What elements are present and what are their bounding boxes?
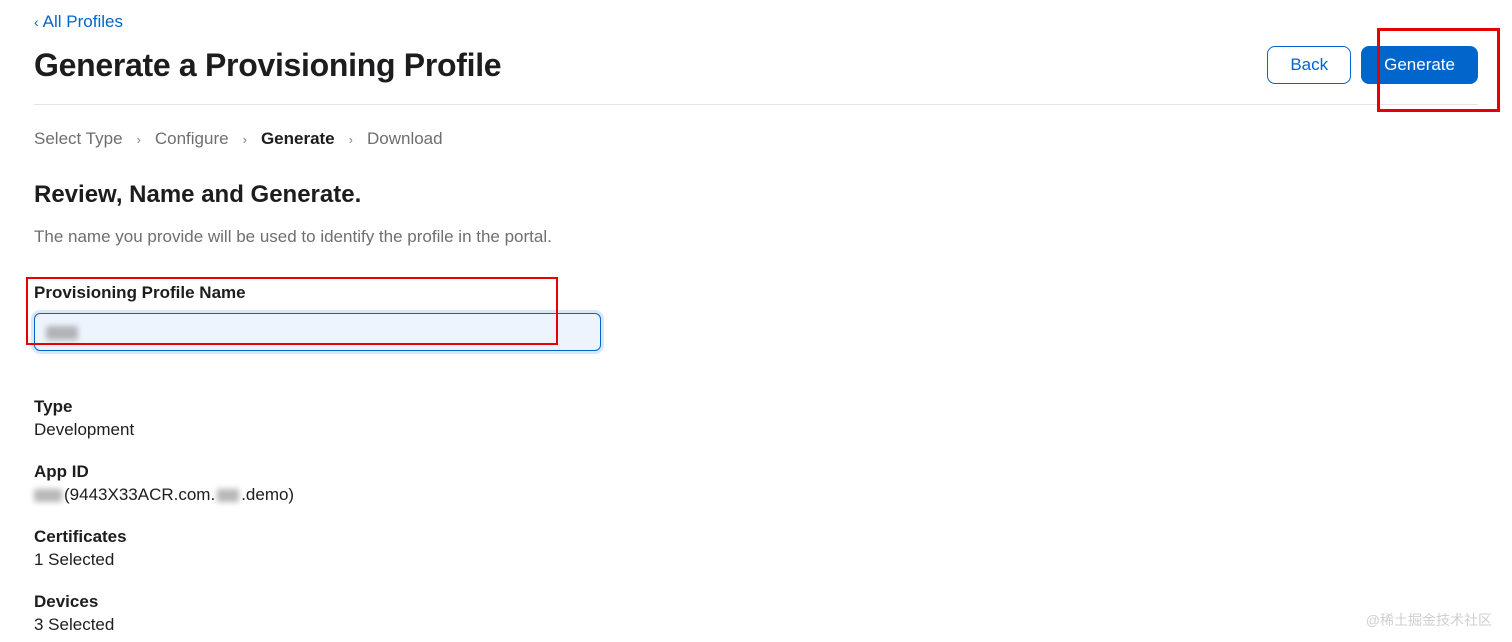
section-title: Review, Name and Generate. [34, 181, 1478, 209]
profile-name-field: Provisioning Profile Name [34, 283, 1478, 351]
chevron-right-icon: › [243, 132, 247, 147]
certificates-value: 1 Selected [34, 550, 1478, 570]
profile-name-label: Provisioning Profile Name [34, 283, 1478, 303]
breadcrumb-step-configure[interactable]: Configure [155, 129, 229, 149]
devices-label: Devices [34, 592, 1478, 612]
page-title: Generate a Provisioning Profile [34, 47, 501, 84]
appid-suffix: .demo) [241, 485, 294, 505]
chevron-right-icon: › [137, 132, 141, 147]
breadcrumb-step-download: Download [367, 129, 443, 149]
appid-value: (9443X33ACR.com. .demo) [34, 485, 1478, 505]
type-value: Development [34, 420, 1478, 440]
breadcrumb-step-select-type[interactable]: Select Type [34, 129, 123, 149]
type-label: Type [34, 397, 1478, 417]
appid-mid: (9443X33ACR.com. [64, 485, 215, 505]
redacted-text [217, 489, 239, 502]
devices-info: Devices 3 Selected [34, 592, 1478, 635]
action-buttons: Back Generate [1267, 46, 1478, 84]
redacted-text [34, 489, 62, 502]
watermark-text: @稀土掘金技术社区 [1366, 610, 1492, 630]
page-header: Generate a Provisioning Profile Back Gen… [34, 46, 1478, 105]
appid-info: App ID (9443X33ACR.com. .demo) [34, 462, 1478, 505]
profile-name-input[interactable] [34, 313, 601, 351]
type-info: Type Development [34, 397, 1478, 440]
breadcrumb: Select Type › Configure › Generate › Dow… [34, 129, 1478, 149]
certificates-label: Certificates [34, 527, 1478, 547]
generate-button[interactable]: Generate [1361, 46, 1478, 84]
all-profiles-link[interactable]: ‹ All Profiles [34, 12, 123, 32]
certificates-info: Certificates 1 Selected [34, 527, 1478, 570]
breadcrumb-step-generate: Generate [261, 129, 335, 149]
back-link-text: All Profiles [43, 12, 123, 32]
chevron-right-icon: › [349, 132, 353, 147]
appid-label: App ID [34, 462, 1478, 482]
chevron-left-icon: ‹ [34, 14, 39, 30]
devices-value: 3 Selected [34, 615, 1478, 635]
section-description: The name you provide will be used to ide… [34, 227, 1478, 247]
back-button[interactable]: Back [1267, 46, 1351, 84]
